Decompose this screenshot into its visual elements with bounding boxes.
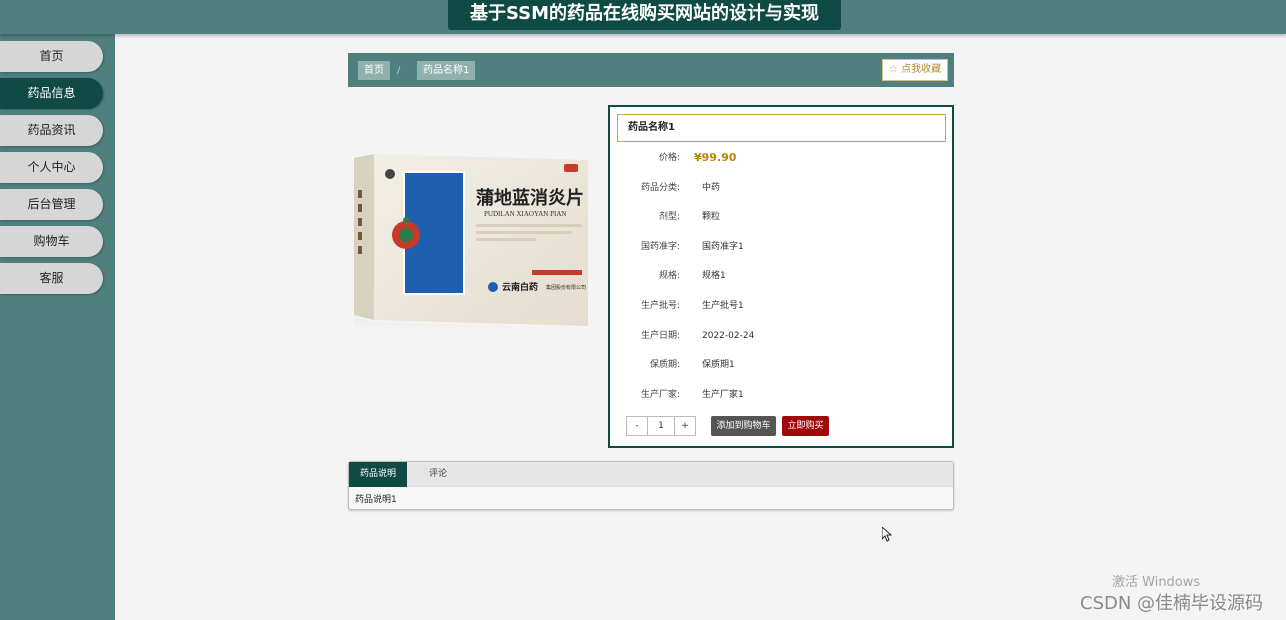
csdn-watermark: CSDN @佳楠毕设源码 [1080, 593, 1264, 614]
price-label: 价格: [658, 153, 680, 163]
field-label: 药品分类: [640, 183, 680, 193]
field-row: 生产批号: 生产批号1 [610, 297, 956, 315]
product-detail-panel: 药品名称1 价格: ¥99.90 药品分类: 中药 剂型: 颗粒 国药准字: 国… [608, 105, 954, 448]
price-value: ¥99.90 [694, 151, 737, 164]
field-value: 中药 [702, 183, 721, 193]
package-drug-name: 蒲地蓝消炎片 [476, 187, 584, 209]
field-label: 保质期: [649, 360, 680, 370]
field-value: 保质期1 [702, 360, 735, 370]
tab-comments[interactable]: 评论 [413, 462, 463, 487]
product-image: 蒲地蓝消炎片 PUDILAN XIAOYAN PIAN 云南白药 集团股份有限公… [352, 150, 592, 335]
package-company: 集团股份有限公司 [546, 284, 586, 291]
field-row: 剂型: 颗粒 [610, 208, 956, 226]
field-row: 保质期: 保质期1 [610, 356, 956, 374]
field-value: 国药准字1 [702, 242, 744, 252]
tab-description[interactable]: 药品说明 [349, 462, 407, 487]
favorite-button[interactable]: ☆ 点我收藏 [882, 59, 948, 81]
package-drug-pinyin: PUDILAN XIAOYAN PIAN [484, 210, 566, 218]
field-label: 生产日期: [640, 331, 680, 341]
buy-now-button[interactable]: 立即购买 [782, 416, 829, 436]
quantity-stepper: - 1 + [626, 416, 696, 436]
quantity-decrease-button[interactable]: - [627, 417, 647, 435]
field-row: 规格: 规格1 [610, 267, 956, 285]
quantity-increase-button[interactable]: + [675, 417, 695, 435]
field-row: 药品分类: 中药 [610, 179, 956, 197]
field-label: 剂型: [658, 212, 680, 222]
field-label: 生产厂家: [640, 390, 680, 400]
field-label: 规格: [658, 271, 680, 281]
add-to-cart-button[interactable]: 添加到购物车 [711, 416, 776, 436]
sidebar-nav: 首页 药品信息 药品资讯 个人中心 后台管理 购物车 客服 [0, 34, 115, 620]
mouse-cursor-icon [881, 525, 893, 546]
breadcrumb-home-link[interactable]: 首页 [358, 61, 390, 80]
field-row: 国药准字: 国药准字1 [610, 238, 956, 256]
site-title: 基于SSM的药品在线购买网站的设计与实现 [448, 0, 841, 30]
nav-item-cart[interactable]: 购物车 [0, 226, 103, 257]
nav-item-home[interactable]: 首页 [0, 41, 103, 72]
tabs-header: 药品说明 评论 [349, 462, 953, 487]
price-row: 价格: ¥99.90 [610, 149, 956, 167]
nav-item-drug-info[interactable]: 药品信息 [0, 78, 103, 109]
field-label: 生产批号: [640, 301, 680, 311]
field-row: 生产厂家: 生产厂家1 [610, 386, 956, 404]
nav-item-drug-news[interactable]: 药品资讯 [0, 115, 103, 146]
breadcrumb-current: 药品名称1 [417, 61, 476, 80]
windows-activation-watermark: 激活 Windows [1112, 575, 1201, 590]
field-value: 生产批号1 [702, 301, 744, 311]
field-row: 生产日期: 2022-02-24 [610, 327, 956, 345]
top-bar: 基于SSM的药品在线购买网站的设计与实现 [0, 0, 1286, 34]
quantity-input[interactable]: 1 [647, 417, 675, 435]
nav-item-personal-center[interactable]: 个人中心 [0, 152, 103, 183]
breadcrumb-separator: / [397, 65, 401, 76]
field-value: 颗粒 [702, 212, 721, 222]
field-label: 国药准字: [640, 242, 680, 252]
field-value: 规格1 [702, 271, 726, 281]
product-name: 药品名称1 [617, 114, 946, 142]
tab-content: 药品说明1 [355, 495, 397, 505]
breadcrumb: 首页 / 药品名称1 ☆ 点我收藏 [348, 53, 954, 87]
field-value: 2022-02-24 [702, 331, 755, 341]
nav-item-admin[interactable]: 后台管理 [0, 189, 103, 220]
package-brand: 云南白药 [502, 281, 538, 293]
field-value: 生产厂家1 [702, 390, 744, 400]
description-tabs: 药品说明 评论 药品说明1 [348, 461, 954, 510]
nav-item-customer-service[interactable]: 客服 [0, 263, 103, 294]
